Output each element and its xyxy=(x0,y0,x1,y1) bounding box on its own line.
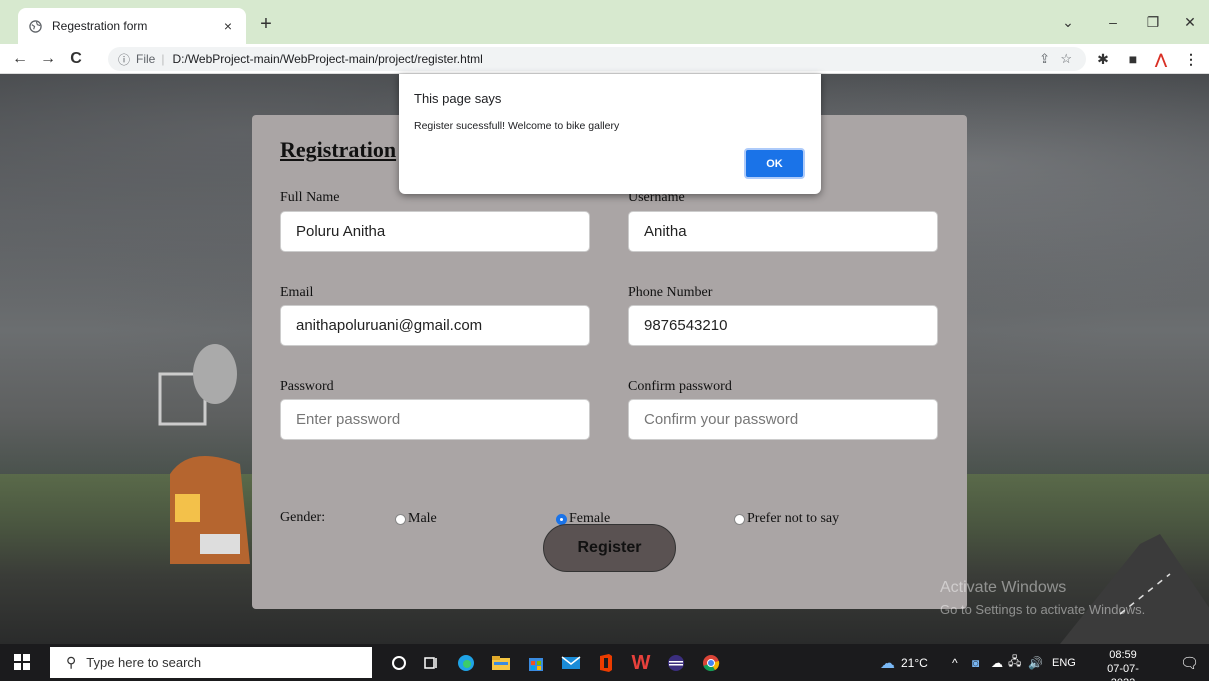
form-title: Registration xyxy=(280,137,397,162)
minimize-button[interactable]: – xyxy=(1098,10,1128,34)
email-field[interactable]: anithapoluruani@gmail.com xyxy=(280,305,590,346)
edge-icon[interactable] xyxy=(453,650,479,676)
weather-widget[interactable]: ☁ 21°C xyxy=(880,644,928,681)
store-icon[interactable] xyxy=(523,650,549,676)
phone-field[interactable]: 9876543210 xyxy=(628,305,938,346)
mail-icon[interactable] xyxy=(558,650,584,676)
side-panel-icon[interactable]: ■ xyxy=(1122,47,1144,71)
language-indicator[interactable]: ENG xyxy=(1052,644,1076,681)
file-explorer-icon[interactable] xyxy=(488,650,514,676)
dialog-message: Register sucessfull! Welcome to bike gal… xyxy=(414,120,620,132)
cortana-icon[interactable] xyxy=(386,650,412,676)
onedrive-cloud-icon[interactable]: ☁ xyxy=(991,644,1003,681)
browser-tabbar: Regestration form × + ⌄ – ❐ ✕ xyxy=(0,0,1209,44)
tab-title: Regestration form xyxy=(52,19,148,33)
email-label: Email xyxy=(280,285,314,300)
profile-extension-icon[interactable]: ⋀ xyxy=(1150,47,1172,71)
gender-radio-prefer-not[interactable]: Prefer not to say xyxy=(734,511,839,527)
dialog-ok-button[interactable]: OK xyxy=(744,148,805,179)
office-icon[interactable] xyxy=(593,650,619,676)
browser-tab[interactable]: Regestration form × xyxy=(18,8,246,44)
tab-close-icon[interactable]: × xyxy=(220,18,236,34)
road-image xyxy=(1060,534,1209,644)
forward-button[interactable]: → xyxy=(36,47,60,71)
weather-temp: 21°C xyxy=(901,655,928,670)
gender-label: Gender: xyxy=(280,510,326,525)
restore-button[interactable]: ❐ xyxy=(1138,10,1168,34)
clock-time: 08:59 xyxy=(1109,649,1137,661)
tray-chevron-icon[interactable]: ^ xyxy=(952,644,958,681)
volume-icon[interactable]: 🔊 xyxy=(1028,644,1043,681)
radio-circle-icon[interactable] xyxy=(734,513,745,525)
register-button[interactable]: Register xyxy=(543,524,676,572)
taskbar-clock[interactable]: 08:59 07-07-2022 xyxy=(1098,648,1148,681)
gender-radio-male[interactable]: Male xyxy=(395,511,437,527)
taskbar-search-input[interactable]: ⚲ Type here to search xyxy=(50,647,372,678)
radio-circle-icon[interactable] xyxy=(395,513,406,525)
address-bar[interactable]: ⓘ File | D:/WebProject-main/WebProject-m… xyxy=(108,47,1086,71)
confirm-password-field[interactable]: Confirm your password xyxy=(628,399,938,440)
full-name-label: Full Name xyxy=(280,190,340,205)
browser-toolbar: ← → C ⓘ File | D:/WebProject-main/WebPro… xyxy=(0,44,1209,74)
weather-cloud-icon: ☁ xyxy=(880,654,895,672)
info-icon[interactable]: ⓘ xyxy=(118,51,130,68)
new-tab-button[interactable]: + xyxy=(254,12,278,36)
password-label: Password xyxy=(280,379,334,394)
windows-start-icon[interactable] xyxy=(14,654,30,670)
chrome-icon[interactable] xyxy=(698,650,724,676)
username-field[interactable]: Anitha xyxy=(628,211,938,252)
network-icon[interactable]: 🖧 xyxy=(1008,644,1021,681)
task-view-icon[interactable] xyxy=(418,650,444,676)
gender-option-label: Prefer not to say xyxy=(747,511,840,526)
password-field[interactable]: Enter password xyxy=(280,399,590,440)
gender-option-label: Male xyxy=(408,511,437,526)
tray-app-icon[interactable]: ◙ xyxy=(972,644,979,681)
back-button[interactable]: ← xyxy=(8,47,32,71)
wps-office-icon[interactable]: W xyxy=(628,650,654,676)
full-name-field[interactable]: Poluru Anitha xyxy=(280,211,590,252)
bookmark-star-icon[interactable]: ☆ xyxy=(1060,51,1072,67)
scooter-image xyxy=(158,344,250,564)
tab-search-chevron-icon[interactable]: ⌄ xyxy=(1053,10,1083,34)
eclipse-icon[interactable] xyxy=(663,650,689,676)
activate-windows-subtitle: Go to Settings to activate Windows. xyxy=(940,602,1146,617)
url-scheme: File xyxy=(136,52,156,66)
close-window-button[interactable]: ✕ xyxy=(1175,10,1205,34)
search-placeholder: Type here to search xyxy=(86,655,202,670)
url-separator: | xyxy=(161,52,165,66)
confirm-password-label: Confirm password xyxy=(628,379,732,394)
clock-date: 07-07-2022 xyxy=(1107,663,1139,681)
dialog-title: This page says xyxy=(414,91,502,106)
notification-icon[interactable]: 🗨 xyxy=(1180,644,1199,681)
share-icon[interactable]: ⇪ xyxy=(1039,51,1050,67)
reload-button[interactable]: C xyxy=(64,47,88,71)
phone-label: Phone Number xyxy=(628,285,713,300)
menu-kebab-icon[interactable]: ⋮ xyxy=(1180,47,1202,71)
alert-dialog: This page says Register sucessfull! Welc… xyxy=(399,74,821,194)
globe-icon xyxy=(28,19,42,33)
search-icon: ⚲ xyxy=(66,654,77,670)
windows-taskbar: ⚲ Type here to search W ☁ 21°C ^ ◙ ☁ 🖧 🔊… xyxy=(0,644,1209,681)
url-text: D:/WebProject-main/WebProject-main/proje… xyxy=(172,52,483,66)
radio-checked-icon[interactable] xyxy=(556,513,567,525)
extensions-puzzle-icon[interactable]: ✱ xyxy=(1092,47,1114,71)
activate-windows-title: Activate Windows xyxy=(940,579,1067,596)
